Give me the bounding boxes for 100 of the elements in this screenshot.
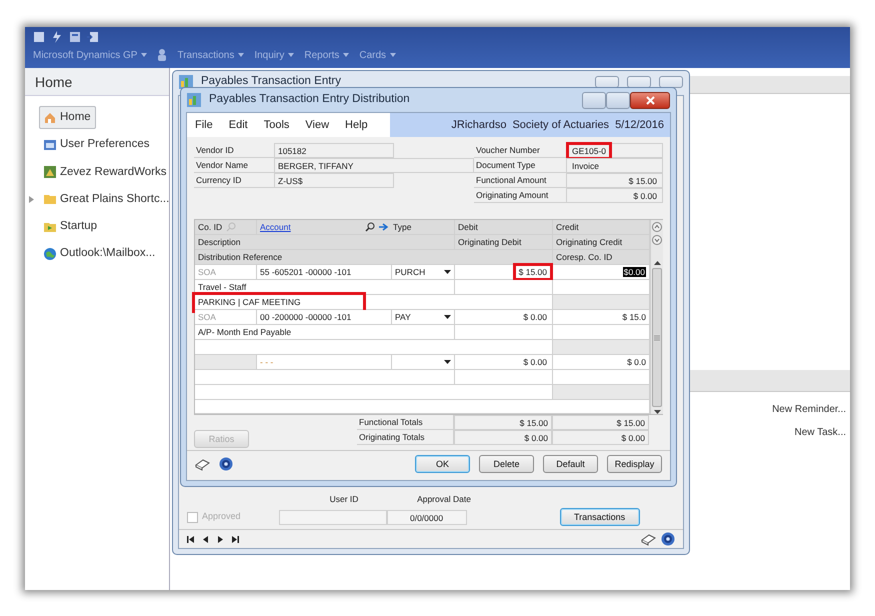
table-cell[interactable] (195, 340, 553, 355)
table-cell[interactable]: $ 15.0 (553, 310, 650, 325)
column-header: Debit (455, 220, 553, 235)
close-icon (646, 96, 654, 104)
table-cell: $ 0.00 (455, 310, 553, 325)
dialog-button[interactable]: Redisplay (607, 455, 662, 473)
date-text: 5/12/2016 (615, 118, 664, 133)
lightning-icon[interactable] (51, 31, 63, 43)
account-link[interactable]: Account (260, 221, 361, 233)
scroll-down-icon[interactable] (654, 410, 660, 414)
nav-item[interactable]: User Preferences (39, 133, 154, 156)
input-field[interactable]: Z-US$ (274, 173, 394, 188)
caret-icon (238, 53, 244, 57)
previous-record-icon[interactable] (202, 534, 210, 544)
lookup-icon (226, 222, 236, 232)
date-field[interactable]: 0/0/0000 (386, 510, 467, 524)
table-cell[interactable]: 00 -200000 -00000 -101 (257, 310, 392, 325)
menu-item[interactable]: Help (337, 113, 376, 137)
column-header: Coresp. Co. ID (553, 250, 650, 265)
exit-icon[interactable] (87, 31, 99, 43)
dialog-button[interactable]: Delete (479, 455, 534, 473)
folder-icon (44, 220, 56, 233)
menu-item[interactable]: Edit (220, 113, 256, 137)
table-cell[interactable]: $0.00 (553, 265, 650, 280)
column-label: Approval Date (416, 493, 472, 506)
house-icon (44, 112, 56, 124)
table-cell[interactable]: PARKING | CAF MEETING (195, 295, 553, 310)
app-icon (179, 75, 193, 89)
people-icon[interactable] (157, 49, 168, 61)
dropdown-field[interactable]: PURCH (392, 265, 455, 280)
table-cell: $ 15.00 (455, 265, 553, 280)
arrow-icon[interactable] (379, 222, 389, 232)
column-header: Originating Debit (455, 235, 553, 250)
caret-icon (444, 270, 451, 274)
input-field[interactable]: $ 15.00 (566, 173, 663, 188)
globe-icon (44, 248, 56, 260)
document-icon[interactable] (33, 31, 45, 43)
scroll-up-icon[interactable] (654, 261, 660, 265)
table-cell[interactable]: 55 -605201 -00000 -101 (257, 265, 392, 280)
input-field[interactable]: GE105-0 (566, 143, 663, 158)
dropdown-field[interactable]: PAY (392, 310, 455, 325)
collapse-rows-icon[interactable] (652, 235, 662, 245)
expand-icon[interactable] (29, 196, 34, 203)
caret-icon (343, 53, 350, 57)
grip-icon (654, 334, 660, 340)
caret-icon (444, 315, 451, 319)
table-cell: SOA (195, 265, 257, 280)
input-field[interactable] (278, 510, 387, 524)
column-header: Credit (553, 220, 650, 235)
dropdown-field[interactable] (392, 355, 455, 370)
last-record-icon[interactable] (232, 534, 240, 544)
nav-item[interactable]: Outlook:\Mailbox... (39, 242, 160, 266)
app-icon (187, 93, 201, 107)
help-icon[interactable] (219, 457, 233, 471)
field-label: Voucher Number (474, 143, 566, 158)
input-field[interactable]: BERGER, TIFFANY (274, 158, 474, 173)
user-name: JRichardso (451, 118, 506, 133)
input-field[interactable]: 105182 (274, 143, 394, 158)
note-icon[interactable] (641, 532, 656, 546)
total-value: $ 0.00 (552, 430, 649, 445)
nav-item[interactable]: Zevez RewardWorks (39, 160, 172, 184)
transactions-button[interactable]: Transactions (560, 508, 640, 526)
column-header: Description (195, 235, 455, 250)
nav-item[interactable]: Great Plains Shortc... (39, 188, 174, 211)
table-cell[interactable]: $ 0.0 (553, 355, 650, 370)
input-field[interactable]: $ 0.00 (566, 188, 663, 203)
caret-icon (390, 53, 396, 57)
column-header: Type (393, 221, 412, 233)
input-field[interactable]: Invoice (566, 158, 663, 173)
dialog-button[interactable]: Default (543, 455, 598, 473)
total-value: $ 15.00 (552, 415, 649, 430)
menu-item[interactable]: View (297, 113, 338, 137)
total-value: $ 15.00 (454, 415, 552, 430)
folder-icon (44, 193, 56, 206)
minimize-button[interactable] (595, 76, 619, 88)
nav-item[interactable]: Home (39, 106, 96, 130)
company-name: Society of Actuaries (512, 118, 610, 133)
next-record-icon[interactable] (217, 534, 225, 544)
window-icon (44, 138, 56, 151)
note-icon[interactable] (195, 457, 210, 471)
scrollbar[interactable] (651, 261, 663, 414)
dialog-button[interactable]: OK (415, 455, 470, 473)
lookup-icon[interactable] (365, 222, 375, 232)
menu-item[interactable]: Tools (256, 113, 298, 137)
column-header: Distribution Reference (195, 250, 553, 265)
expand-rows-icon[interactable] (652, 222, 662, 232)
table-cell (195, 355, 257, 370)
grid-icon[interactable] (69, 31, 81, 43)
table-cell: SOA (195, 310, 257, 325)
menu-item[interactable]: File (187, 113, 221, 137)
link[interactable]: New Reminder... (772, 402, 846, 417)
link[interactable]: New Task... (794, 425, 846, 440)
image-icon (44, 166, 56, 178)
first-record-icon[interactable] (187, 534, 195, 544)
column-header: Originating Credit (553, 235, 650, 250)
nav-item[interactable]: Startup (39, 215, 102, 238)
table-cell[interactable] (195, 385, 553, 400)
close-button[interactable] (630, 92, 670, 108)
table-cell: A/P- Month End Payable (195, 325, 455, 340)
help-icon[interactable] (661, 532, 675, 546)
